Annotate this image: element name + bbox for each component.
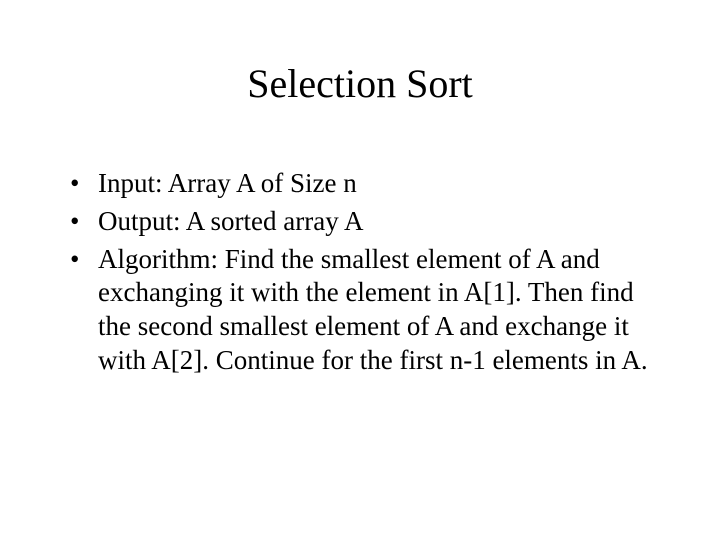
- bullet-item: Algorithm: Find the smallest element of …: [70, 243, 660, 378]
- bullet-item: Output: A sorted array A: [70, 205, 660, 239]
- bullet-item: Input: Array A of Size n: [70, 167, 660, 201]
- slide-title: Selection Sort: [60, 60, 660, 107]
- bullet-list: Input: Array A of Size n Output: A sorte…: [60, 167, 660, 378]
